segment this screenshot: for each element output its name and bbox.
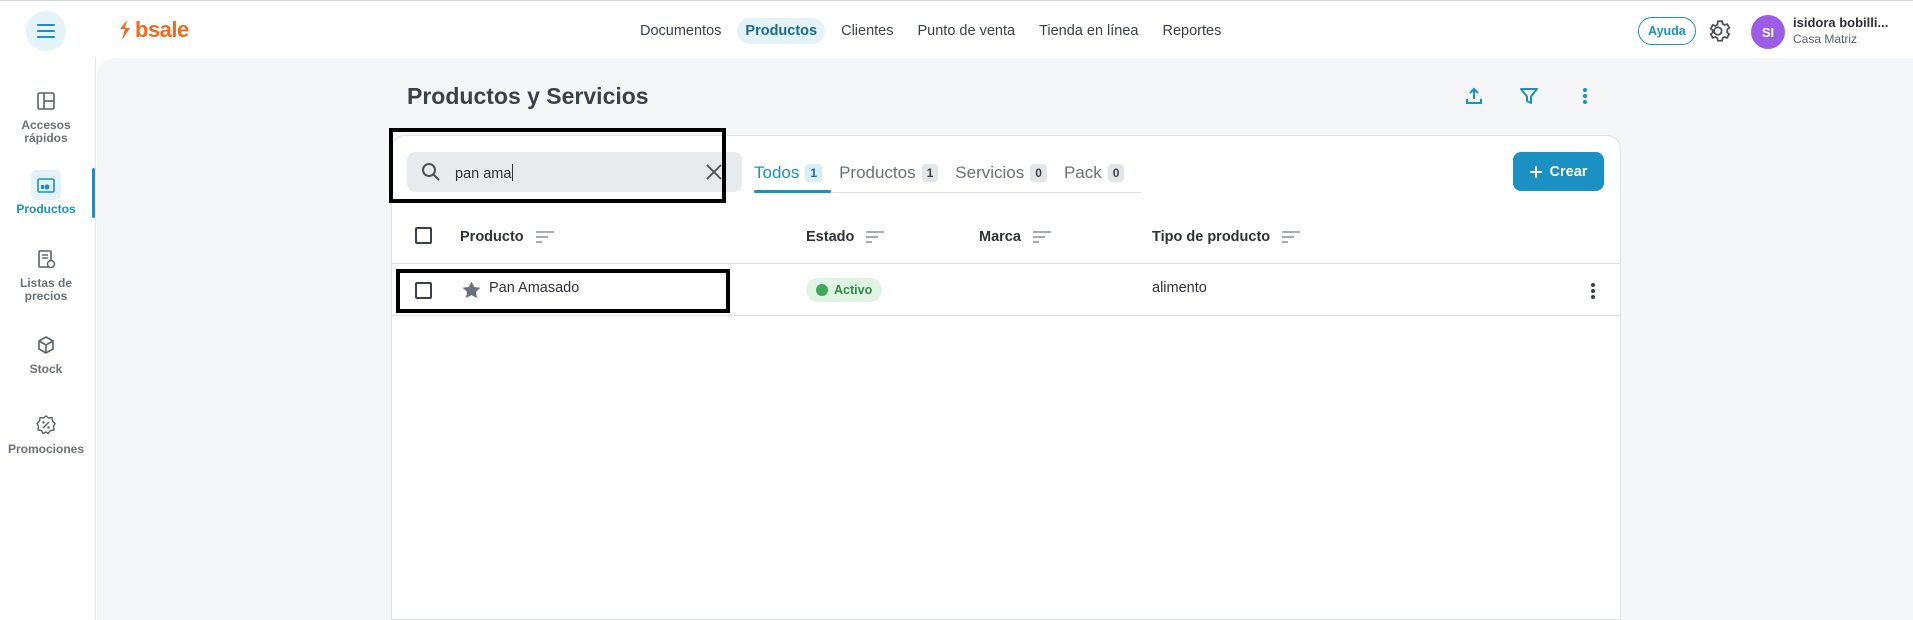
user-menu[interactable]: isidora bobilli... Casa Matriz [1793, 15, 1888, 46]
column-tipo-de-producto[interactable]: Tipo de producto [1152, 229, 1301, 245]
price-list-icon [31, 244, 61, 274]
avatar[interactable]: SI [1751, 15, 1785, 49]
nav-punto-de-venta[interactable]: Punto de venta [910, 18, 1024, 44]
menu-button[interactable] [26, 11, 66, 51]
sidebar-item-productos[interactable]: Productos [0, 170, 92, 216]
column-label: Estado [806, 229, 855, 245]
sort-icon [1282, 231, 1301, 243]
bsale-logo[interactable]: bsale [118, 17, 189, 42]
user-branch: Casa Matriz [1793, 32, 1858, 46]
promotions-icon [31, 410, 61, 440]
product-type: alimento [1152, 280, 1207, 296]
logo-text: bsale [135, 17, 189, 42]
sidebar: Accesos rápidos Productos Listas de prec… [0, 58, 96, 620]
sidebar-item-listas-de-precios[interactable]: Listas de precios [0, 244, 92, 303]
column-label: Marca [979, 229, 1021, 245]
products-icon [31, 170, 61, 200]
sidebar-item-label: Productos [16, 202, 76, 216]
box-icon [31, 330, 61, 360]
create-button-label: Crear [1549, 163, 1588, 180]
count-badge: 1 [921, 164, 939, 182]
select-all-checkbox[interactable] [415, 227, 432, 244]
count-badge: 1 [805, 164, 823, 182]
sidebar-item-label: Listas de precios [19, 276, 73, 303]
tab-label: Todos [754, 163, 800, 182]
sort-icon [1032, 231, 1051, 243]
nav-tienda-en-linea[interactable]: Tienda en línea [1031, 18, 1146, 44]
column-label: Tipo de producto [1152, 229, 1271, 245]
gear-icon[interactable] [1707, 18, 1733, 44]
column-label: Producto [460, 229, 524, 245]
page-title: Productos y Servicios [407, 83, 649, 109]
sidebar-item-promociones[interactable]: Promociones [0, 410, 92, 456]
count-badge: 0 [1107, 164, 1125, 182]
more-vertical-icon[interactable] [1573, 84, 1597, 108]
product-tabs: Todos 1 Productos 1 Servicios 0 Pack 0 [754, 155, 1142, 193]
row-more-icon[interactable] [1590, 282, 1596, 300]
bsale-logo-icon [120, 20, 130, 40]
tab-label: Productos [839, 163, 916, 182]
nav-productos[interactable]: Productos [737, 18, 826, 44]
help-button[interactable]: Ayuda [1638, 17, 1696, 45]
top-bar: bsale Documentos Productos Clientes Punt… [0, 1, 1913, 58]
hamburger-icon [37, 24, 55, 38]
column-marca[interactable]: Marca [979, 229, 1051, 245]
nav-clientes[interactable]: Clientes [833, 18, 901, 44]
highlight-box-product [396, 269, 730, 313]
sort-icon [535, 231, 554, 243]
status-dot [816, 284, 828, 296]
dashboard-icon [31, 86, 61, 116]
status-badge: Activo [806, 278, 883, 302]
user-name: isidora bobilli... [1793, 15, 1889, 30]
sidebar-item-label: Stock [29, 362, 63, 376]
sidebar-item-label: Accesos rápidos [21, 118, 71, 145]
tab-todos[interactable]: Todos 1 [754, 155, 832, 193]
sidebar-item-label: Promociones [7, 442, 85, 456]
products-card [391, 135, 1621, 620]
tab-pack[interactable]: Pack 0 [1064, 155, 1133, 191]
sidebar-item-accesos-rapidos[interactable]: Accesos rápidos [0, 86, 92, 145]
count-badge: 0 [1030, 164, 1047, 182]
sort-icon [866, 231, 885, 243]
sidebar-item-stock[interactable]: Stock [0, 330, 92, 376]
main-nav: Documentos Productos Clientes Punto de v… [632, 18, 1229, 44]
nav-documentos[interactable]: Documentos [632, 18, 729, 44]
tab-label: Servicios [955, 163, 1025, 182]
column-estado[interactable]: Estado [806, 229, 885, 245]
filter-icon[interactable] [1517, 84, 1541, 108]
create-button[interactable]: Crear [1513, 152, 1604, 191]
export-icon[interactable] [1462, 84, 1486, 108]
status-label: Activo [834, 283, 873, 297]
highlight-box-search [389, 128, 726, 203]
tab-label: Pack [1063, 163, 1102, 182]
tab-productos[interactable]: Productos 1 [839, 155, 947, 191]
column-producto[interactable]: Producto [460, 229, 554, 245]
tab-servicios[interactable]: Servicios 0 [955, 155, 1056, 191]
table-header: Producto Estado Marca Tipo de producto [392, 216, 1620, 264]
plus-icon [1529, 165, 1542, 178]
nav-reportes[interactable]: Reportes [1155, 18, 1230, 44]
active-indicator [92, 168, 95, 218]
